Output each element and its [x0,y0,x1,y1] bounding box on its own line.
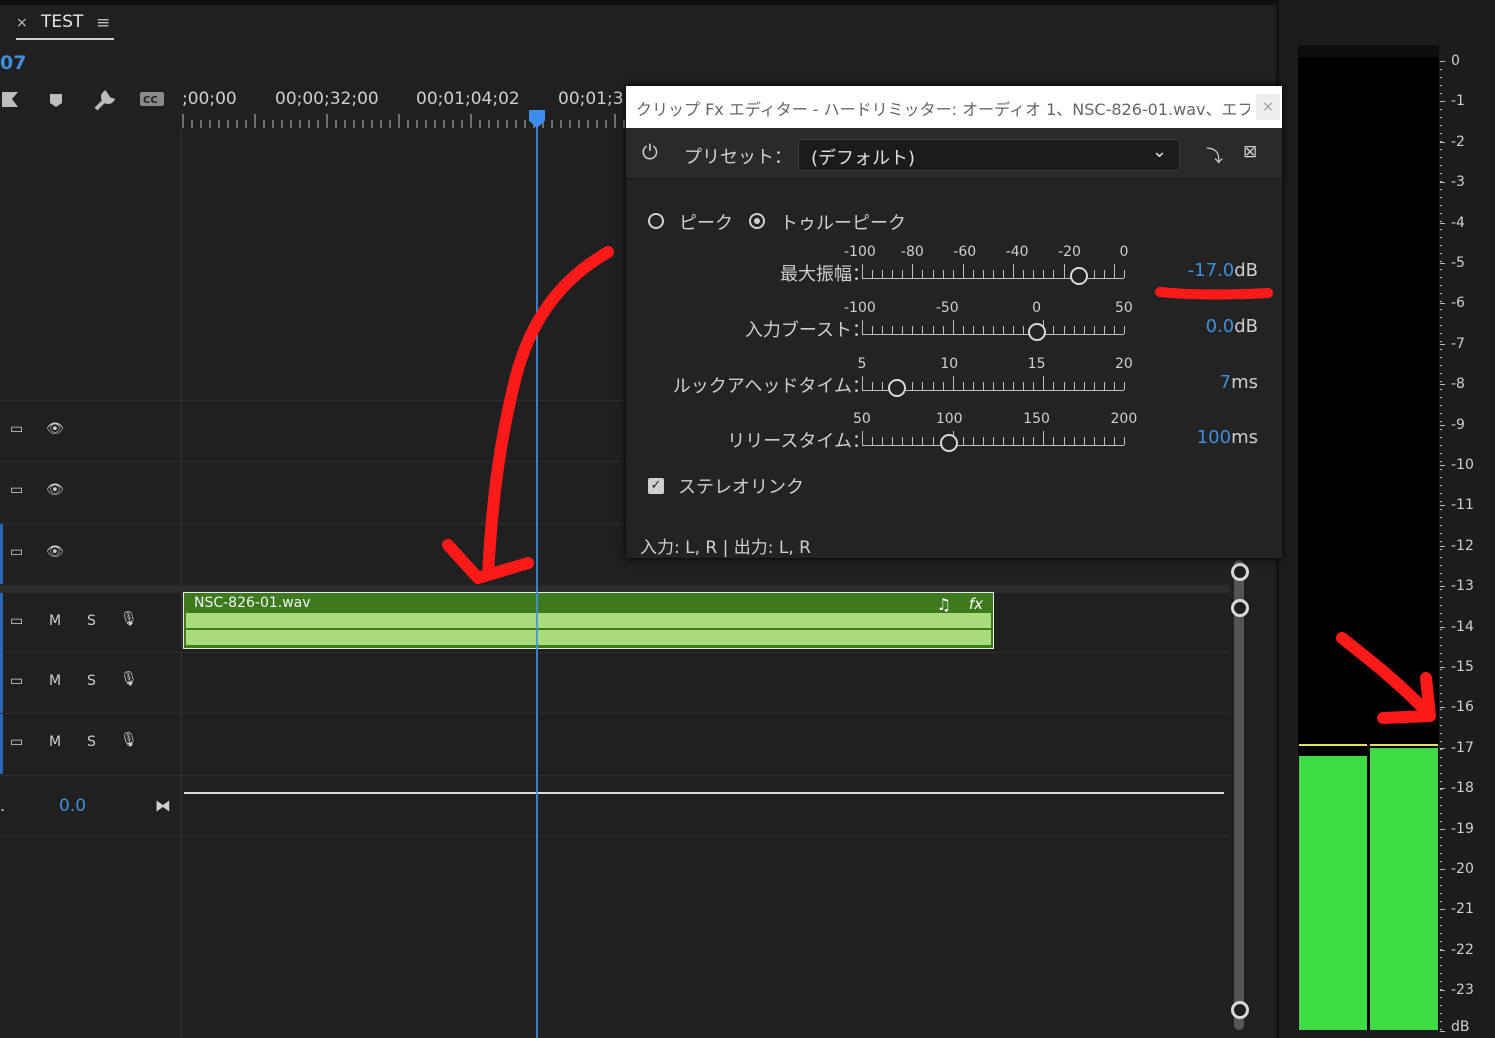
red-arrow-annotation [1336,632,1426,711]
annotation-overlay [442,246,1436,724]
red-arrow-annotation [482,246,614,581]
red-underline-annotation [1155,287,1273,300]
